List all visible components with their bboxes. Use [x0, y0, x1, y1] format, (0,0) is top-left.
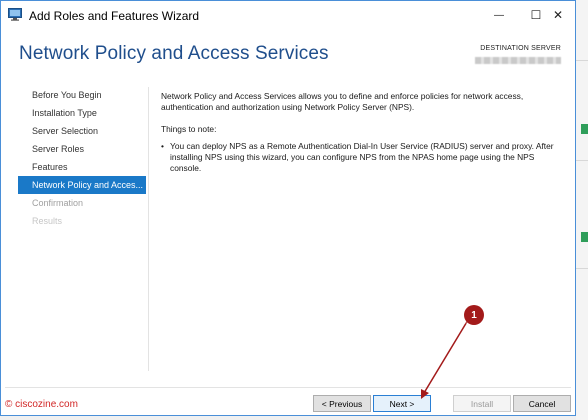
- watermark: © ciscozine.com: [5, 399, 78, 410]
- things-to-note-heading: Things to note:: [161, 124, 217, 134]
- note-list-item: • You can deploy NPS as a Remote Authent…: [161, 141, 566, 174]
- close-icon: ✕: [552, 8, 564, 22]
- minimize-icon: —: [494, 9, 504, 21]
- wizard-window: Add Roles and Features Wizard — ☐ ✕ Netw…: [0, 0, 576, 416]
- nav-item-confirmation: Confirmation: [32, 198, 84, 208]
- background-window-bottom: [0, 416, 576, 420]
- status-indicator: [581, 124, 588, 134]
- nav-item-results: Results: [32, 216, 63, 226]
- minimize-button[interactable]: —: [480, 1, 518, 29]
- divider: [576, 268, 588, 269]
- nav-item-installation-type[interactable]: Installation Type: [18, 104, 146, 122]
- background-window-strip: [576, 0, 588, 420]
- next-button[interactable]: Next >: [373, 395, 431, 412]
- destination-server-value-blurred: [475, 57, 561, 64]
- status-indicator: [581, 232, 588, 242]
- intro-text: Network Policy and Access Services allow…: [161, 91, 524, 112]
- page-title: Network Policy and Access Services: [19, 43, 329, 64]
- nav-item-server-roles[interactable]: Server Roles: [18, 140, 146, 158]
- window-title: Add Roles and Features Wizard: [29, 9, 200, 23]
- previous-button[interactable]: < Previous: [313, 395, 371, 412]
- nav-item-before-you-begin[interactable]: Before You Begin: [18, 86, 146, 104]
- title-bar: Add Roles and Features Wizard — ☐ ✕: [1, 1, 575, 29]
- bullet-icon: •: [161, 141, 164, 151]
- nav-item-features[interactable]: Features: [18, 158, 146, 176]
- nav-item-network-policy[interactable]: Network Policy and Acces...: [18, 176, 146, 194]
- divider: [576, 160, 588, 161]
- install-button: Install: [453, 395, 511, 412]
- destination-server-label: DESTINATION SERVER: [480, 45, 561, 52]
- wizard-nav: Before You Begin Installation Type Serve…: [18, 86, 146, 230]
- content-panel: Network Policy and Access Services allow…: [161, 91, 566, 174]
- footer-divider: [5, 387, 571, 388]
- annotation-badge: 1: [464, 305, 484, 325]
- divider: [576, 60, 588, 61]
- note-text: You can deploy NPS as a Remote Authentic…: [170, 141, 554, 173]
- server-manager-icon: [8, 8, 22, 21]
- cancel-button[interactable]: Cancel: [513, 395, 571, 412]
- nav-divider: [148, 87, 149, 371]
- nav-item-server-selection[interactable]: Server Selection: [18, 122, 146, 140]
- close-button[interactable]: ✕: [539, 1, 577, 29]
